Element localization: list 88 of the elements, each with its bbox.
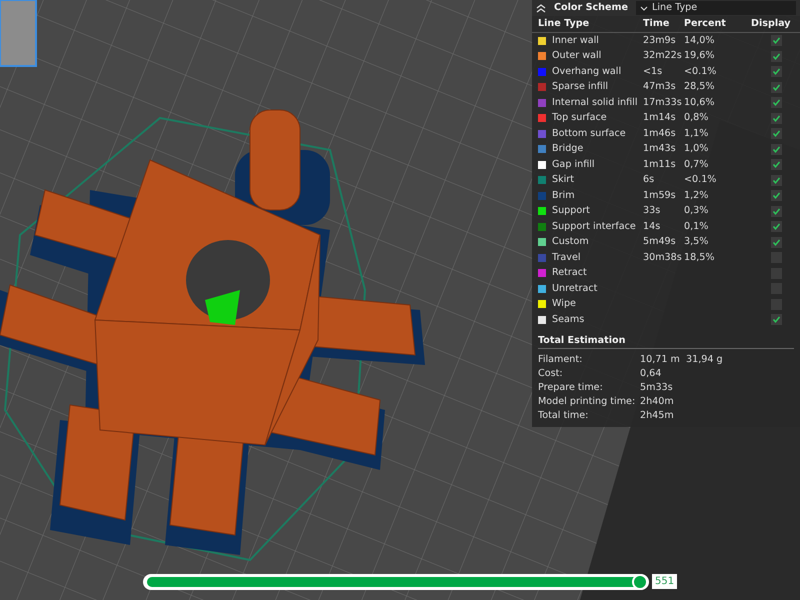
line-type-label: Internal solid infill — [552, 96, 638, 110]
line-type-label: Wipe — [552, 297, 576, 312]
column-header: Display — [751, 16, 792, 31]
line-type-label: Top surface — [552, 111, 607, 126]
layer-number: 551 — [652, 574, 678, 589]
line-type-label: Seams — [552, 312, 584, 327]
time-value: 32m22s — [643, 49, 683, 64]
percent-value: 19,6% — [684, 49, 716, 64]
time-value: 1m46s — [643, 126, 677, 141]
time-value: 33s — [643, 204, 662, 218]
time-value: 6s — [643, 173, 656, 188]
time-value: <1s — [643, 64, 664, 79]
time-value: 23m9s — [643, 34, 677, 48]
display-checkbox[interactable] — [770, 50, 782, 62]
display-checkbox[interactable] — [770, 174, 782, 186]
time-value: 30m38s — [643, 250, 683, 265]
time-value: 1m59s — [643, 188, 677, 203]
line-type-label: Travel — [552, 250, 581, 265]
estimate-value: 10,71 m — [640, 352, 681, 366]
slider-thumb[interactable] — [632, 574, 648, 590]
line-type-label: Brim — [552, 188, 575, 203]
display-checkbox[interactable] — [770, 236, 782, 248]
line-type-label: Custom — [552, 235, 589, 250]
time-value: 14s — [643, 220, 662, 234]
display-checkbox[interactable] — [770, 190, 782, 202]
layer-slider[interactable] — [143, 574, 649, 590]
estimate-value: 5m33s — [640, 380, 674, 394]
display-checkbox[interactable] — [770, 66, 782, 78]
collapse-icon[interactable] — [536, 4, 546, 12]
chevron-icon — [640, 6, 648, 10]
display-checkbox[interactable] — [770, 82, 782, 93]
line-type-label: Overhang wall — [552, 64, 622, 79]
display-checkbox[interactable] — [770, 144, 782, 155]
percent-value: 1,1% — [684, 126, 710, 141]
estimate-value: 0,64 — [640, 366, 662, 380]
percent-value: 1,0% — [684, 142, 710, 156]
time-value: 17m33s — [643, 96, 683, 110]
percent-value: 0,7% — [684, 158, 710, 172]
column-header: Percent — [684, 16, 727, 31]
percent-value: 28,5% — [684, 80, 716, 94]
line-type-label: Support interface — [552, 220, 636, 234]
plate-thumbnail[interactable] — [0, 0, 37, 67]
line-type-label: Sparse infill — [552, 80, 608, 94]
line-type-label: Bottom surface — [552, 126, 626, 141]
estimate-label: Cost: — [538, 366, 564, 380]
percent-value: <0.1% — [684, 173, 718, 188]
time-value: 1m43s — [643, 142, 677, 156]
percent-value: 1,2% — [684, 188, 710, 203]
column-header: Line Type — [538, 16, 590, 31]
display-checkbox[interactable] — [770, 221, 782, 232]
percent-value: 0,3% — [684, 204, 710, 218]
percent-value: 0,1% — [684, 220, 710, 234]
line-type-label: Skirt — [552, 173, 574, 188]
estimate-label: Model printing time: — [538, 394, 636, 408]
section-title: Total Estimation — [538, 332, 794, 348]
display-checkbox[interactable] — [770, 206, 782, 217]
percent-value: 10,6% — [684, 96, 716, 110]
estimate-label: Filament: — [538, 352, 584, 366]
line-type-label: Gap infill — [552, 158, 595, 172]
time-value: 5m49s — [643, 235, 677, 250]
line-type-label: Unretract — [552, 282, 598, 296]
line-type-label: Retract — [552, 266, 587, 280]
display-checkbox[interactable] — [770, 314, 782, 326]
percent-value: 0,8% — [684, 111, 710, 126]
percent-value: <0.1% — [684, 64, 718, 79]
line-type-label: Support — [552, 204, 590, 218]
column-header: Time — [643, 16, 670, 31]
line-type-label: Inner wall — [552, 34, 599, 48]
display-checkbox[interactable] — [770, 112, 782, 124]
line-type-label: Outer wall — [552, 49, 602, 64]
time-value: 1m14s — [643, 111, 677, 126]
estimate-value: 2h40m — [640, 394, 675, 408]
estimate-value: 2h45m — [640, 408, 675, 422]
estimate-value: 31,94 g — [686, 352, 724, 366]
percent-value: 3,5% — [684, 235, 710, 250]
panel-title: Color Scheme — [554, 0, 628, 15]
percent-value: 18,5% — [684, 250, 716, 265]
display-checkbox[interactable] — [770, 159, 782, 170]
estimate-label: Total time: — [538, 408, 590, 422]
time-value: 47m3s — [643, 80, 677, 94]
scheme-dropdown[interactable]: Line Type — [636, 1, 796, 15]
display-checkbox[interactable] — [770, 97, 782, 108]
time-value: 1m11s — [643, 158, 677, 172]
line-type-label: Bridge — [552, 142, 584, 156]
display-checkbox[interactable] — [770, 35, 782, 46]
percent-value: 14,0% — [684, 34, 716, 48]
estimate-label: Prepare time: — [538, 380, 604, 394]
display-checkbox[interactable] — [770, 128, 782, 140]
